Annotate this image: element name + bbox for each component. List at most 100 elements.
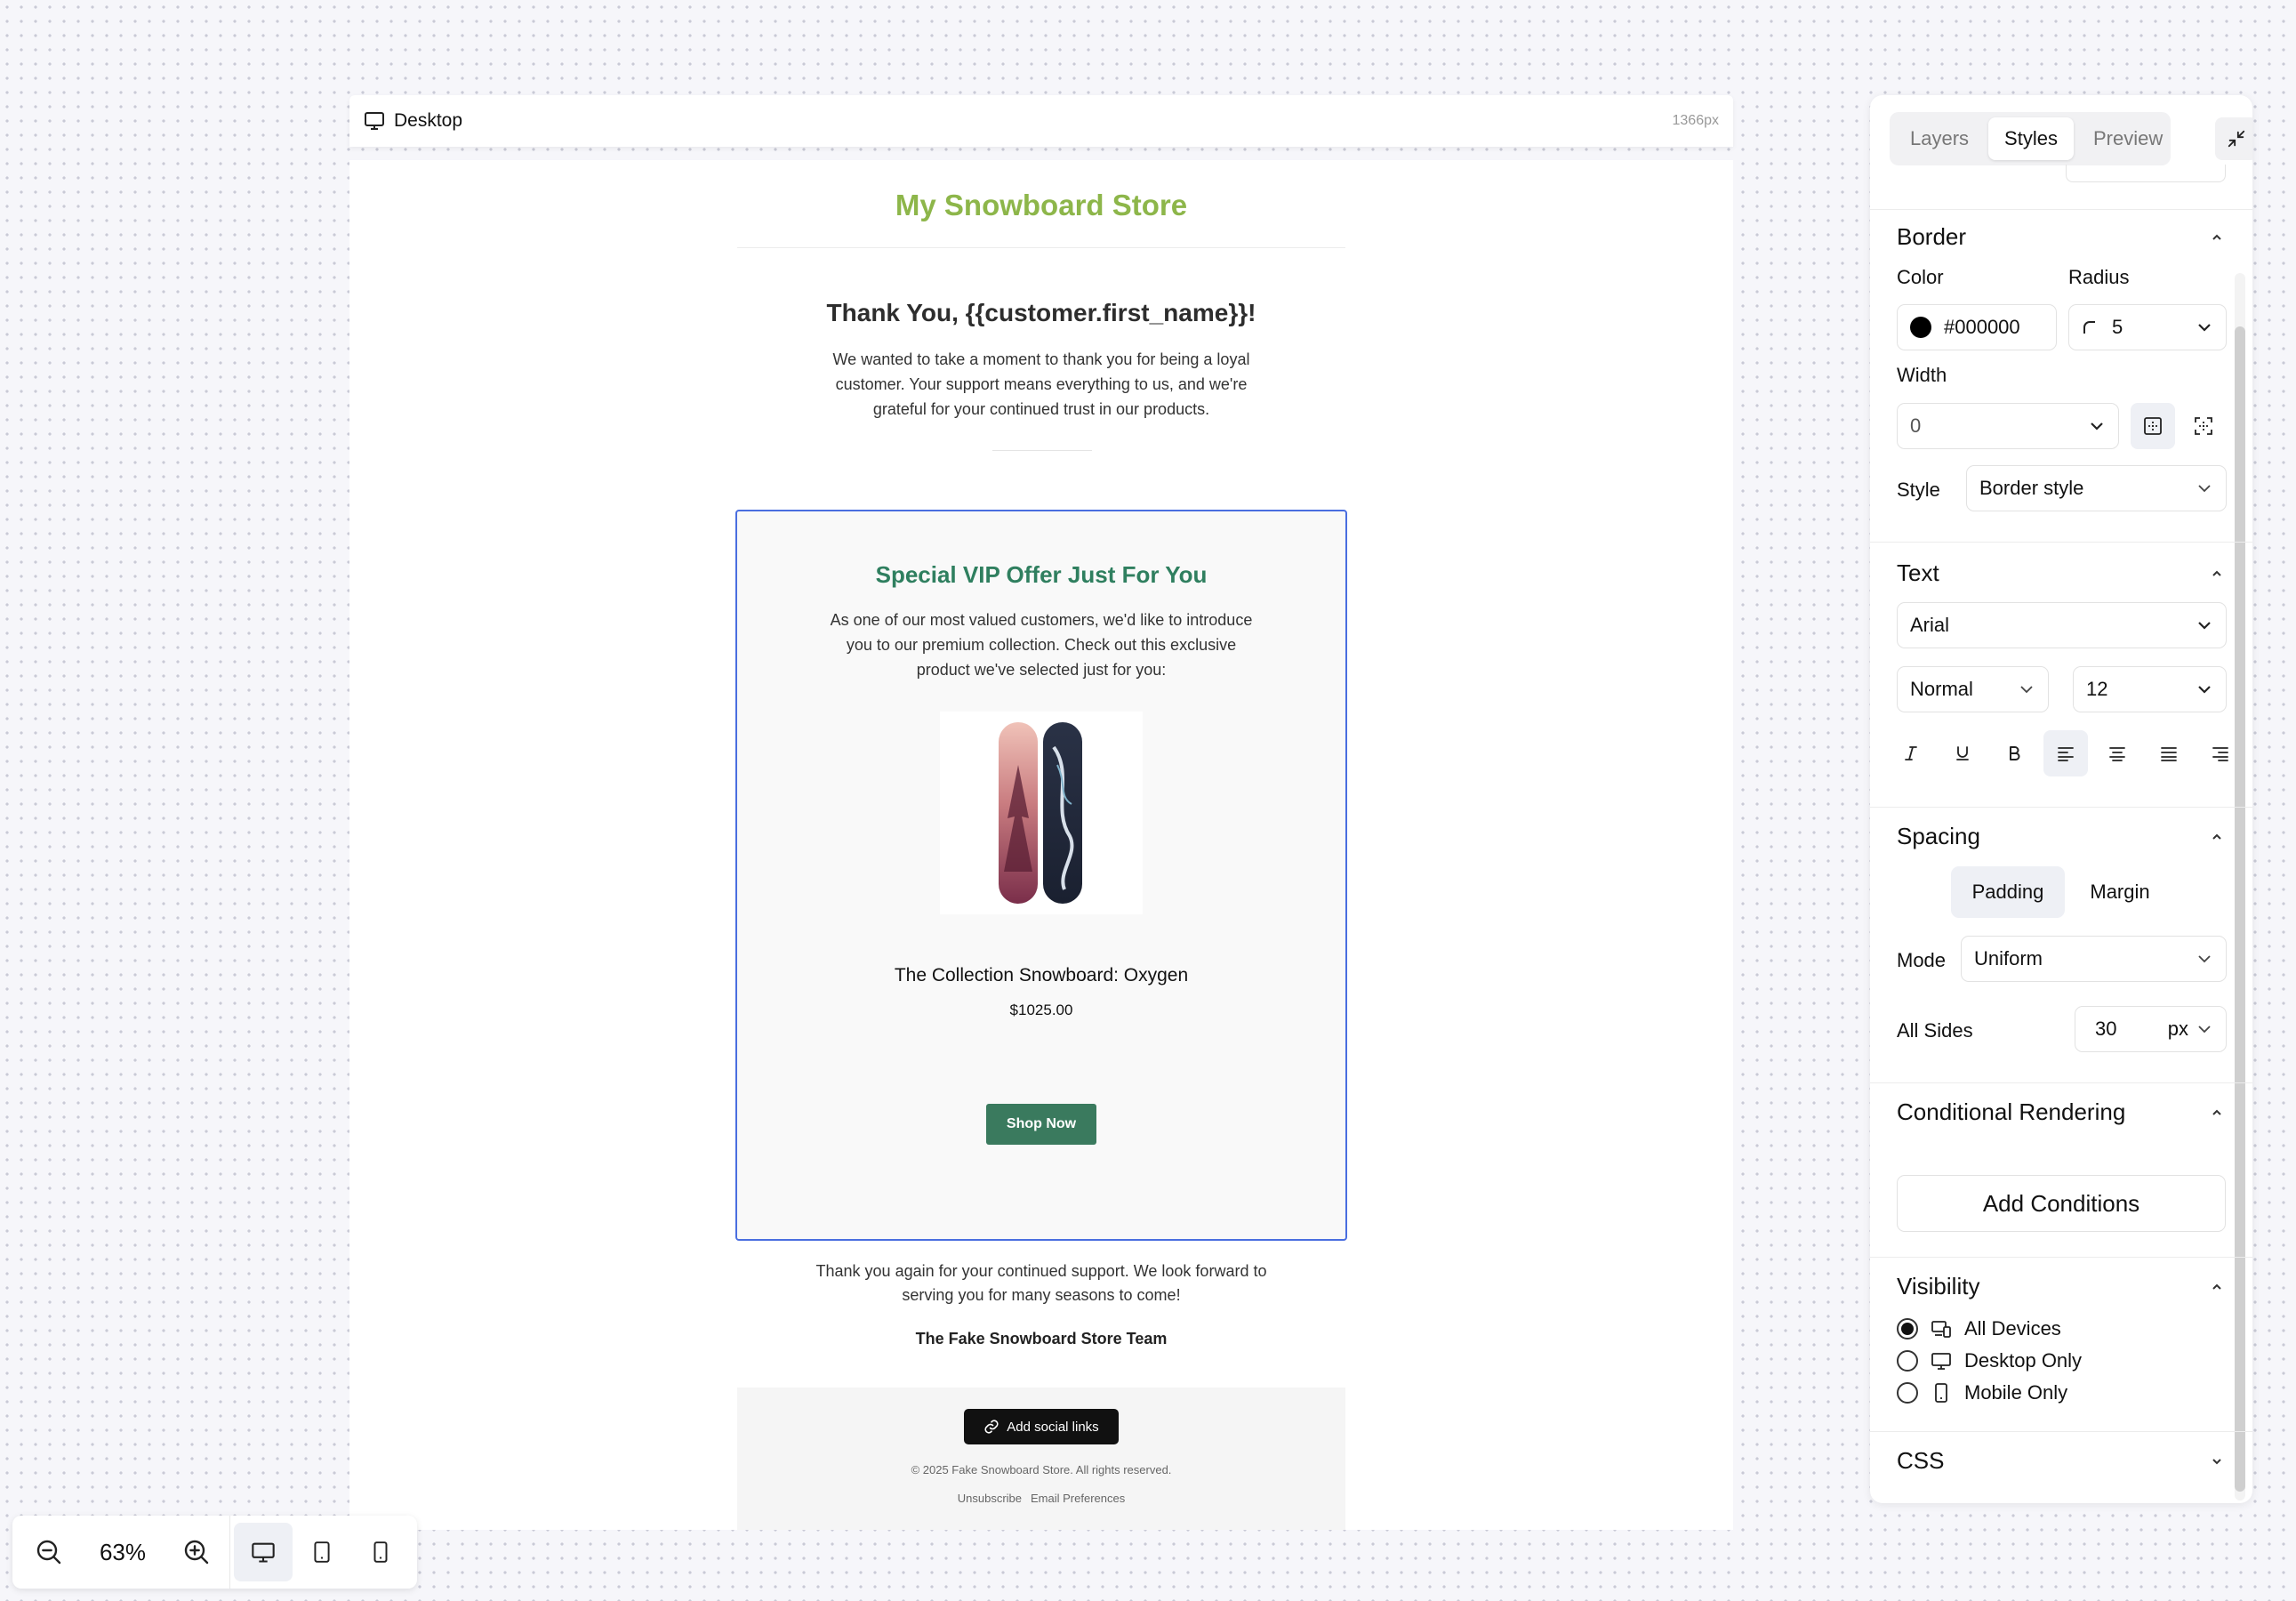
vip-text[interactable]: As one of our most valued customers, we'… (819, 607, 1264, 682)
divider (1870, 1431, 2252, 1432)
unsubscribe-link[interactable]: Unsubscribe (958, 1492, 1022, 1505)
visibility-desktop-only[interactable]: Desktop Only (1897, 1349, 2082, 1372)
product-name[interactable]: The Collection Snowboard: Oxygen (737, 965, 1345, 986)
shop-now-button[interactable]: Shop Now (986, 1104, 1096, 1145)
zoom-out-icon (35, 1538, 63, 1566)
zoom-in-button[interactable] (167, 1523, 226, 1581)
chevron-down-icon (2196, 680, 2213, 698)
header-divider (737, 247, 1345, 248)
add-conditions-button[interactable]: Add Conditions (1897, 1175, 2226, 1232)
desktop-icon (251, 1541, 276, 1564)
tab-layers[interactable]: Layers (1894, 117, 1985, 160)
spacing-mode-select[interactable]: Uniform (1961, 936, 2227, 982)
font-weight-value: Normal (1910, 678, 1973, 700)
visibility-option-label: Mobile Only (1964, 1381, 2068, 1404)
unit-value: px (2167, 1018, 2188, 1040)
align-right-button[interactable] (2198, 730, 2243, 776)
chevron-up-icon[interactable] (2208, 1278, 2226, 1296)
chevron-up-icon[interactable] (2208, 1104, 2226, 1122)
divider (1870, 542, 2252, 543)
color-swatch[interactable] (1910, 317, 1931, 338)
align-center-button[interactable] (2095, 730, 2139, 776)
chevron-up-icon[interactable] (2208, 828, 2226, 846)
all-sides-value: 30 (2095, 1018, 2117, 1040)
greeting-text[interactable]: We wanted to take a moment to thank you … (819, 347, 1264, 422)
padding-toggle[interactable]: Padding (1951, 866, 2065, 918)
desktop-icon (364, 111, 385, 131)
unit-select[interactable]: px (2168, 1018, 2213, 1041)
chevron-down-icon[interactable] (2208, 1452, 2226, 1470)
vip-offer-section-selected[interactable]: Special VIP Offer Just For You As one of… (735, 510, 1347, 1241)
bold-button[interactable] (1992, 730, 2036, 776)
signature-text[interactable]: The Fake Snowboard Store Team (737, 1330, 1345, 1348)
border-radius-label: Radius (2068, 266, 2130, 288)
radio-button[interactable] (1897, 1318, 1918, 1340)
font-size-value: 12 (2086, 678, 2108, 700)
italic-button[interactable] (1889, 730, 1933, 776)
add-social-links-button[interactable]: Add social links (964, 1409, 1119, 1444)
individual-borders-button[interactable] (2181, 403, 2226, 449)
desktop-view-button[interactable] (234, 1523, 293, 1581)
border-style-select[interactable]: Border style (1966, 465, 2227, 511)
border-width-select[interactable]: 0 (1897, 403, 2119, 449)
desktop-icon (1931, 1351, 1952, 1371)
canvas-frame-header: Desktop 1366px (349, 95, 1733, 147)
mobile-view-button[interactable] (351, 1523, 410, 1581)
all-sides-input[interactable]: 30 px (2075, 1006, 2227, 1052)
border-color-field[interactable]: #000000 (1897, 304, 2057, 350)
email-footer: Add social links © 2025 Fake Snowboard S… (737, 1388, 1345, 1530)
greeting-heading[interactable]: Thank You, {{customer.first_name}}! (737, 299, 1345, 327)
chevron-up-icon[interactable] (2208, 229, 2226, 246)
product-price[interactable]: $1025.00 (737, 1002, 1345, 1019)
align-center-icon (2107, 744, 2127, 762)
border-style-value: Border style (1979, 477, 2084, 499)
font-weight-select[interactable]: Normal (1897, 666, 2049, 712)
align-justify-icon (2159, 744, 2179, 762)
underline-button[interactable] (1940, 730, 1985, 776)
devices-icon (1931, 1319, 1952, 1339)
closing-text[interactable]: Thank you again for your continued suppo… (808, 1259, 1274, 1307)
align-justify-button[interactable] (2147, 730, 2191, 776)
mobile-icon (1931, 1383, 1952, 1403)
border-section-title[interactable]: Border (1897, 223, 1966, 251)
chevron-down-icon (2196, 616, 2213, 634)
align-left-icon (2056, 744, 2075, 762)
zoom-out-button[interactable] (20, 1523, 78, 1581)
product-image[interactable] (940, 712, 1143, 914)
divider (1870, 1082, 2252, 1083)
panel-tabs: Layers Styles Preview (1890, 112, 2171, 165)
align-right-icon (2211, 744, 2230, 762)
css-section-title[interactable]: CSS (1897, 1447, 1944, 1475)
border-color-label: Color (1897, 266, 1944, 288)
corner-radius-icon (2082, 319, 2098, 335)
tab-styles[interactable]: Styles (1988, 117, 2074, 160)
radio-button[interactable] (1897, 1382, 1918, 1404)
section-divider (992, 450, 1092, 451)
font-size-select[interactable]: 12 (2073, 666, 2227, 712)
panel-scrollbar-thumb[interactable] (2235, 326, 2245, 1492)
align-left-button[interactable] (2043, 730, 2088, 776)
all-borders-button[interactable] (2131, 403, 2175, 449)
vip-heading[interactable]: Special VIP Offer Just For You (737, 561, 1345, 589)
link-icon (983, 1419, 999, 1435)
store-title[interactable]: My Snowboard Store (737, 189, 1345, 222)
tablet-icon (310, 1540, 333, 1565)
visibility-mobile-only[interactable]: Mobile Only (1897, 1381, 2067, 1404)
font-family-select[interactable]: Arial (1897, 602, 2227, 648)
spacing-section-title[interactable]: Spacing (1897, 823, 1980, 850)
text-section-title[interactable]: Text (1897, 559, 1939, 587)
border-radius-select[interactable]: 5 (2068, 304, 2227, 350)
visibility-section-title[interactable]: Visibility (1897, 1273, 1979, 1300)
margin-toggle[interactable]: Margin (2067, 866, 2173, 918)
radio-button[interactable] (1897, 1350, 1918, 1372)
bold-icon (2005, 744, 2023, 762)
tab-preview[interactable]: Preview (2077, 117, 2179, 160)
chevron-up-icon[interactable] (2208, 565, 2226, 583)
email-preferences-link[interactable]: Email Preferences (1031, 1492, 1125, 1505)
chevron-down-icon (2018, 680, 2035, 698)
zoom-in-icon (182, 1538, 211, 1566)
collapse-panel-button[interactable] (2215, 117, 2252, 160)
visibility-all-devices[interactable]: All Devices (1897, 1317, 2061, 1340)
tablet-view-button[interactable] (293, 1523, 351, 1581)
conditional-rendering-title[interactable]: Conditional Rendering (1897, 1098, 2125, 1126)
